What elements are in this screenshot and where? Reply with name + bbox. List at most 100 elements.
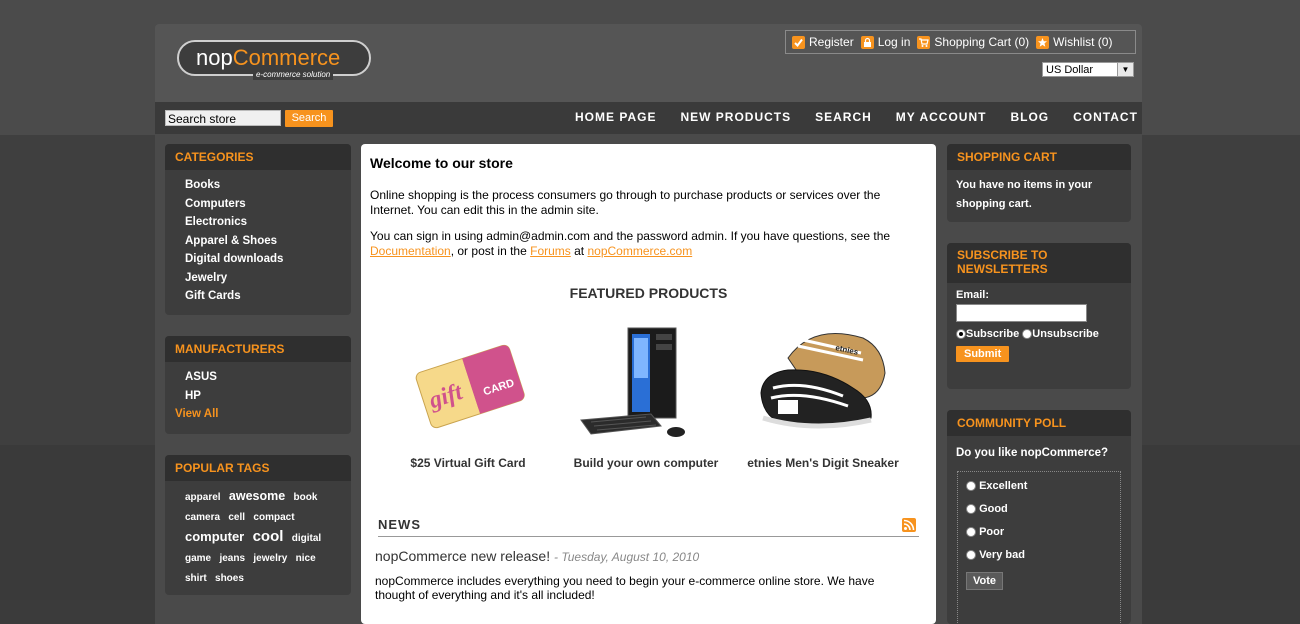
category-item[interactable]: Digital downloads bbox=[185, 250, 351, 269]
tag-link[interactable]: shirt bbox=[185, 573, 207, 584]
product-name[interactable]: Build your own computer bbox=[566, 456, 726, 471]
tag-link[interactable]: cell bbox=[228, 512, 245, 523]
search-button[interactable]: Search bbox=[285, 110, 333, 127]
product-image[interactable] bbox=[566, 318, 726, 443]
wishlist-link[interactable]: Wishlist (0) bbox=[1036, 35, 1112, 49]
tag-link[interactable]: camera bbox=[185, 512, 220, 523]
vote-button[interactable]: Vote bbox=[966, 572, 1004, 590]
news-item-body: nopCommerce includes everything you need… bbox=[375, 574, 875, 602]
documentation-link[interactable]: Documentation bbox=[370, 244, 451, 258]
category-item[interactable]: Apparel & Shoes bbox=[185, 232, 351, 251]
manufacturer-item[interactable]: HP bbox=[185, 387, 351, 406]
news-item-title-text[interactable]: nopCommerce new release! bbox=[375, 548, 550, 564]
category-item[interactable]: Books bbox=[185, 176, 351, 195]
category-item[interactable]: Gift Cards bbox=[185, 287, 351, 306]
wishlist-link-label: Wishlist (0) bbox=[1053, 35, 1113, 49]
nopcommerce-site-link[interactable]: nopCommerce.com bbox=[587, 244, 692, 258]
product-image[interactable]: etnies bbox=[743, 318, 903, 443]
newsletter-form: Email: Subscribe Unsubscribe Submit bbox=[947, 283, 1131, 362]
poll-radio[interactable] bbox=[966, 504, 976, 515]
menu-new-products[interactable]: NEW PRODUCTS bbox=[668, 102, 803, 134]
newsletter-submit-button[interactable]: Submit bbox=[956, 346, 1010, 362]
poll-option-label: Excellent bbox=[979, 480, 1028, 492]
view-all-manufacturers-link[interactable]: View All bbox=[175, 405, 351, 424]
manufacturers-list: ASUS HP View All bbox=[165, 362, 351, 424]
menu-home-page[interactable]: HOME PAGE bbox=[563, 102, 668, 134]
product-item[interactable]: Build your own computer bbox=[566, 318, 726, 471]
poll-option[interactable]: Excellent bbox=[966, 480, 1120, 503]
tag-link[interactable]: nice bbox=[296, 553, 316, 564]
manufacturer-item[interactable]: ASUS bbox=[185, 368, 351, 387]
menu-blog[interactable]: BLOG bbox=[998, 102, 1061, 134]
sneaker-image: etnies bbox=[760, 333, 886, 429]
poll-radio[interactable] bbox=[966, 527, 976, 538]
shopping-cart-title: SHOPPING CART bbox=[947, 144, 1131, 170]
community-poll-title: COMMUNITY POLL bbox=[947, 410, 1131, 436]
login-link-label: Log in bbox=[877, 35, 911, 49]
search-input[interactable]: Search store bbox=[165, 110, 281, 126]
category-item[interactable]: Computers bbox=[185, 195, 351, 214]
rss-icon[interactable] bbox=[902, 518, 916, 532]
tag-link[interactable]: cool bbox=[253, 528, 284, 545]
forums-link[interactable]: Forums bbox=[530, 244, 571, 258]
tag-cloud: apparel awesome book camera cell compact… bbox=[165, 481, 351, 588]
store-logo[interactable]: nopCommerce e-commerce solution bbox=[177, 40, 371, 80]
poll-option[interactable]: Very bad bbox=[966, 549, 1120, 572]
poll-options: Excellent Good Poor Very bad Vote bbox=[957, 471, 1121, 624]
unsubscribe-label: Unsubscribe bbox=[1032, 328, 1099, 340]
tag-link[interactable]: digital bbox=[292, 533, 321, 544]
subscribe-radio[interactable] bbox=[956, 329, 966, 340]
news-header: NEWS bbox=[378, 516, 919, 537]
currency-select-value: US Dollar bbox=[1046, 64, 1094, 76]
categories-block: CATEGORIES Books Computers Electronics A… bbox=[165, 144, 351, 315]
manufacturers-block: MANUFACTURERS ASUS HP View All bbox=[165, 336, 351, 434]
tag-link[interactable]: shoes bbox=[215, 573, 244, 584]
header-links: Register Log in Shopping Cart (0) Wishli… bbox=[785, 30, 1136, 54]
logo-text-accent: Commerce bbox=[232, 45, 341, 70]
cart-icon bbox=[917, 35, 931, 49]
tag-link[interactable]: jeans bbox=[219, 553, 245, 564]
login-link[interactable]: Log in bbox=[860, 35, 911, 49]
product-item[interactable]: gift CARD $25 Virtual Gift Card bbox=[388, 318, 548, 471]
product-image[interactable]: gift CARD bbox=[388, 318, 548, 443]
poll-option[interactable]: Poor bbox=[966, 526, 1120, 549]
tag-link[interactable]: computer bbox=[185, 529, 244, 544]
unsubscribe-radio[interactable] bbox=[1022, 329, 1033, 340]
email-field[interactable] bbox=[956, 304, 1087, 322]
product-name[interactable]: etnies Men's Digit Sneaker bbox=[743, 456, 903, 471]
welcome-paragraph-2: You can sign in using admin@admin.com an… bbox=[370, 229, 920, 259]
news-item-date: - Tuesday, August 10, 2010 bbox=[553, 550, 700, 564]
tag-link[interactable]: apparel bbox=[185, 492, 221, 503]
menu-contact-us[interactable]: CONTACT US bbox=[1061, 102, 1142, 134]
product-name[interactable]: $25 Virtual Gift Card bbox=[388, 456, 548, 471]
tag-link[interactable]: book bbox=[294, 492, 318, 503]
register-link[interactable]: Register bbox=[792, 35, 854, 49]
gift-card-image: gift CARD bbox=[415, 344, 525, 429]
menu-search[interactable]: SEARCH bbox=[803, 102, 884, 134]
category-item[interactable]: Electronics bbox=[185, 213, 351, 232]
computer-image bbox=[580, 327, 685, 437]
tag-link[interactable]: awesome bbox=[229, 489, 285, 503]
news-item-title[interactable]: nopCommerce new release! - Tuesday, Augu… bbox=[375, 548, 699, 564]
popular-tags-block: POPULAR TAGS apparel awesome book camera… bbox=[165, 455, 351, 595]
tag-link[interactable]: jewelry bbox=[253, 553, 287, 564]
menu-my-account[interactable]: MY ACCOUNT bbox=[884, 102, 999, 134]
logo-text-main: nop bbox=[196, 45, 233, 70]
product-item[interactable]: etnies etnies Men's Digit Sneaker bbox=[743, 318, 903, 471]
currency-select[interactable]: US Dollar ▼ bbox=[1042, 62, 1134, 77]
tag-link[interactable]: compact bbox=[253, 512, 294, 523]
news-title: NEWS bbox=[378, 517, 421, 532]
tag-link[interactable]: game bbox=[185, 553, 211, 564]
shopping-cart-block: SHOPPING CART You have no items in your … bbox=[947, 144, 1131, 222]
poll-option[interactable]: Good bbox=[966, 503, 1120, 526]
poll-question: Do you like nopCommerce? bbox=[956, 447, 1109, 459]
shopping-cart-empty-text: You have no items in your shopping cart. bbox=[956, 179, 1093, 210]
poll-option-label: Poor bbox=[979, 526, 1005, 538]
welcome-title: Welcome to our store bbox=[370, 155, 513, 171]
welcome-paragraph-2-at: at bbox=[574, 244, 585, 258]
category-item[interactable]: Jewelry bbox=[185, 269, 351, 288]
poll-radio[interactable] bbox=[966, 550, 976, 561]
poll-radio[interactable] bbox=[966, 481, 976, 492]
main-navbar: Search store Search HOME PAGE NEW PRODUC… bbox=[155, 102, 1142, 134]
shopping-cart-link[interactable]: Shopping Cart (0) bbox=[917, 35, 1029, 49]
